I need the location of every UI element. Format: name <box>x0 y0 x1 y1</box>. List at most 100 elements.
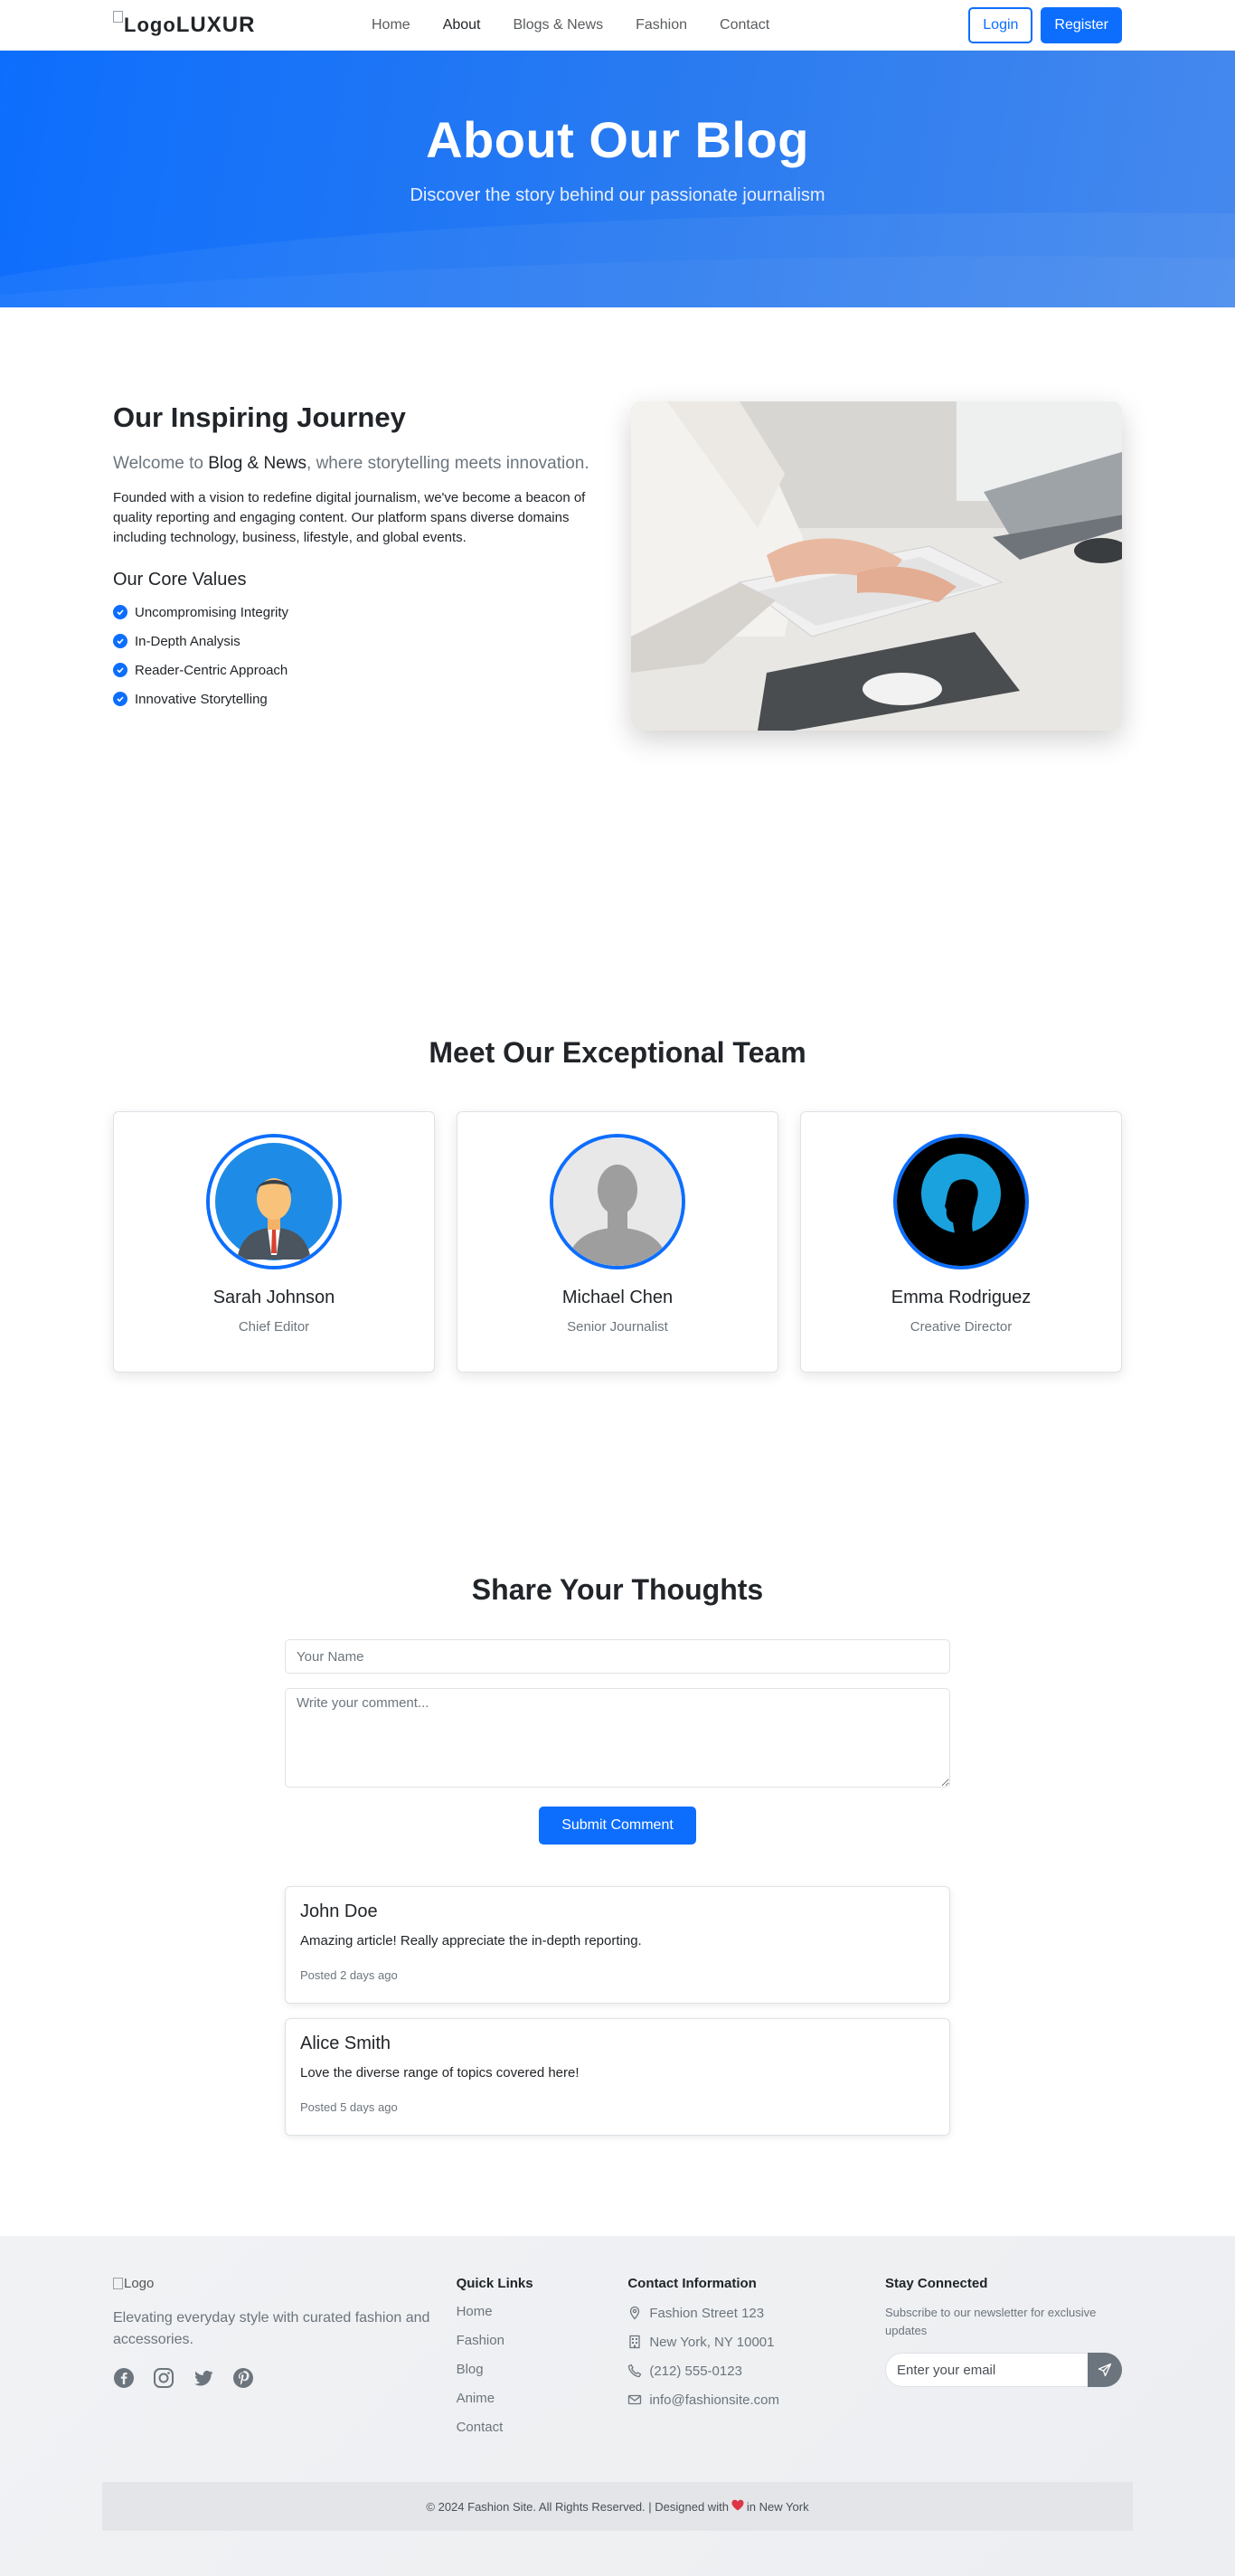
footer: Logo Elevating everyday style with curat… <box>0 2236 1235 2576</box>
nav-actions: Login Register <box>968 6 1122 43</box>
envelope-icon <box>628 2394 642 2405</box>
team-cards: Sarah Johnson Chief Editor Michael Chen … <box>0 1111 1235 1373</box>
hero-subtitle: Discover the story behind our passionate… <box>410 185 825 205</box>
newsletter-description: Subscribe to our newsletter for exclusiv… <box>885 2306 1097 2337</box>
footer-link-home[interactable]: Home <box>457 2304 628 2322</box>
register-button[interactable]: Register <box>1041 6 1122 43</box>
core-value-item: Reader-Centric Approach <box>113 661 604 679</box>
journey-text: Our Inspiring Journey Welcome to Blog & … <box>113 401 604 1036</box>
nav-link-contact[interactable]: Contact <box>720 17 769 33</box>
core-value-label: Uncompromising Integrity <box>135 604 289 620</box>
comment-author: Alice Smith <box>300 2033 391 2053</box>
comments-list: John Doe Amazing article! Really appreci… <box>285 1886 950 2136</box>
team-member-name: Michael Chen <box>561 1288 674 1307</box>
phone-icon <box>628 2364 642 2378</box>
team-member-name: Emma Rodriguez <box>891 1288 1032 1307</box>
contact-item: info@fashionsite.com <box>627 2391 885 2409</box>
team-member-role: Creative Director <box>910 1319 1013 1335</box>
newsletter-email-input[interactable] <box>885 2353 1089 2387</box>
check-circle-icon <box>113 605 127 619</box>
nav-link-about[interactable]: About <box>443 17 481 33</box>
nav-link-home[interactable]: Home <box>372 17 410 33</box>
contact-address: Fashion Street 123 <box>649 2305 765 2321</box>
social-links <box>113 2367 457 2389</box>
core-value-label: Innovative Storytelling <box>135 691 268 707</box>
journey-section: Our Inspiring Journey Welcome to Blog & … <box>0 307 1235 1036</box>
newsletter-form <box>885 2353 1123 2387</box>
quick-links-title: Quick Links <box>456 2276 533 2291</box>
nav-link-blogs-news[interactable]: Blogs & News <box>514 17 604 33</box>
comment-card: John Doe Amazing article! Really appreci… <box>285 1886 950 2004</box>
copyright-location: in New York <box>746 2499 809 2514</box>
comment-card: Alice Smith Love the diverse range of to… <box>285 2018 950 2136</box>
contact-email[interactable]: info@fashionsite.com <box>649 2392 779 2408</box>
nav-link-fashion[interactable]: Fashion <box>636 17 687 33</box>
check-circle-icon <box>113 663 127 677</box>
brand-logo[interactable]: Logo LUXUR <box>113 11 372 38</box>
footer-logo-alt: Logo <box>124 2276 155 2291</box>
broken-image-icon <box>113 2278 123 2289</box>
navbar: Logo LUXUR Home About Blogs & News Fashi… <box>0 0 1235 51</box>
lead-prefix: Welcome to <box>113 454 209 473</box>
contact-city: New York, NY 10001 <box>649 2334 775 2350</box>
team-title: Meet Our Exceptional Team <box>429 1036 806 1069</box>
facebook-icon[interactable] <box>113 2367 135 2389</box>
login-button[interactable]: Login <box>968 6 1033 43</box>
contact-title: Contact Information <box>627 2276 757 2291</box>
contact-phone[interactable]: (212) 555-0123 <box>649 2364 742 2379</box>
comment-text: Love the diverse range of topics covered… <box>300 2065 580 2081</box>
footer-about: Logo Elevating everyday style with curat… <box>113 2276 457 2449</box>
footer-link-blog[interactable]: Blog <box>457 2362 628 2380</box>
contact-item: Fashion Street 123 <box>627 2304 885 2322</box>
comment-time: Posted 2 days ago <box>300 1968 398 1982</box>
comment-form: Submit Comment <box>285 1639 950 1845</box>
footer-link-anime[interactable]: Anime <box>457 2391 628 2409</box>
core-value-label: In-Depth Analysis <box>135 633 240 649</box>
comment-textarea[interactable] <box>285 1688 950 1788</box>
stay-connected-title: Stay Connected <box>885 2276 988 2291</box>
comment-text: Amazing article! Really appreciate the i… <box>300 1933 642 1949</box>
newsletter-submit-button[interactable] <box>1088 2353 1123 2387</box>
team-section: Meet Our Exceptional Team Sarah Johnson … <box>0 1036 1235 1573</box>
team-member-role: Senior Journalist <box>567 1319 668 1335</box>
check-circle-icon <box>113 692 127 706</box>
team-member-role: Chief Editor <box>238 1319 310 1335</box>
footer-tagline: Elevating everyday style with curated fa… <box>113 2310 430 2347</box>
quick-links-list: Home Fashion Blog Anime Contact <box>457 2304 628 2438</box>
journey-photo-laptop-typing <box>630 401 1122 731</box>
pinterest-icon[interactable] <box>232 2367 254 2389</box>
core-value-item: In-Depth Analysis <box>113 632 604 650</box>
broken-image-icon <box>113 11 123 23</box>
footer-logo[interactable]: Logo <box>113 2276 457 2291</box>
name-input[interactable] <box>285 1639 950 1674</box>
team-card: Michael Chen Senior Journalist <box>457 1111 778 1373</box>
team-member-name: Sarah Johnson <box>212 1288 335 1307</box>
avatar <box>893 1134 1029 1269</box>
send-icon <box>1098 2363 1112 2377</box>
core-values-list: Uncompromising Integrity In-Depth Analys… <box>113 603 604 708</box>
team-card: Emma Rodriguez Creative Director <box>800 1111 1122 1373</box>
footer-contact: Contact Information Fashion Street 123 N… <box>627 2276 885 2449</box>
comments-section: Share Your Thoughts Submit Comment John … <box>0 1573 1235 2236</box>
footer-link-fashion[interactable]: Fashion <box>457 2333 628 2351</box>
footer-link-contact[interactable]: Contact <box>457 2420 628 2438</box>
journey-description: Founded with a vision to redefine digita… <box>113 490 586 545</box>
building-icon <box>629 2335 640 2349</box>
footer-columns: Logo Elevating everyday style with curat… <box>113 2276 1123 2449</box>
team-card: Sarah Johnson Chief Editor <box>113 1111 435 1373</box>
nav-links: Home About Blogs & News Fashion Contact <box>372 17 769 33</box>
hero-title: About Our Blog <box>426 111 809 168</box>
comment-time: Posted 5 days ago <box>300 2100 398 2114</box>
copyright-text: © 2024 Fashion Site. All Rights Reserved… <box>426 2499 729 2514</box>
core-values-title: Our Core Values <box>113 570 247 590</box>
lead-brand: Blog & News <box>208 454 307 473</box>
avatar <box>550 1134 685 1269</box>
comments-title: Share Your Thoughts <box>471 1573 764 1606</box>
core-value-item: Innovative Storytelling <box>113 690 604 708</box>
twitter-icon[interactable] <box>193 2367 214 2389</box>
instagram-icon[interactable] <box>153 2367 174 2389</box>
check-circle-icon <box>113 634 127 648</box>
submit-comment-button[interactable]: Submit Comment <box>539 1807 696 1845</box>
footer-newsletter: Stay Connected Subscribe to our newslett… <box>885 2276 1123 2449</box>
contact-item: (212) 555-0123 <box>627 2362 885 2380</box>
